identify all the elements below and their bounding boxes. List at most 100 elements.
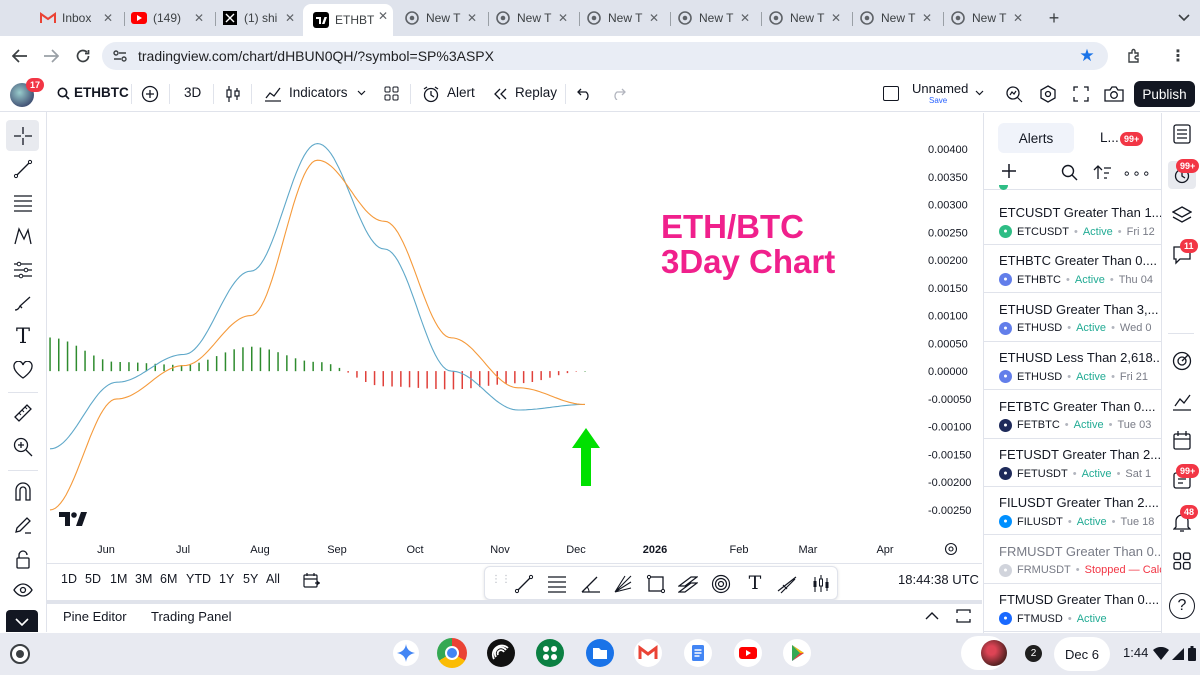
quick-search-icon[interactable] <box>1004 84 1024 104</box>
candles-icon[interactable] <box>224 84 242 104</box>
layers-icon[interactable] <box>1171 204 1193 226</box>
target-icon[interactable] <box>1171 350 1193 372</box>
close-tab-icon[interactable]: ✕ <box>646 10 662 26</box>
replay-icon[interactable] <box>492 86 508 102</box>
favorite-candles-icon[interactable] <box>811 574 831 594</box>
fib-lines-icon[interactable] <box>12 192 34 214</box>
pattern-xabcd-icon[interactable] <box>12 225 34 247</box>
bookmark-star-icon[interactable]: ★ <box>1078 46 1096 65</box>
green-up-arrow[interactable] <box>571 428 601 486</box>
alert-list-item[interactable]: ETHUSD Less Than 2,618... ● ETHUSD • Active •… <box>984 342 1162 391</box>
close-tab-icon[interactable]: ✕ <box>464 10 480 26</box>
tab-search-chevron-icon[interactable] <box>1176 10 1192 26</box>
apps-app-icon[interactable] <box>536 639 564 667</box>
date-display[interactable]: Dec 6 <box>1054 637 1110 671</box>
more-options-icon[interactable]: ∘∘∘ <box>1122 163 1150 183</box>
reload-icon[interactable] <box>73 46 93 66</box>
pine-editor-tab[interactable]: Pine Editor <box>63 609 127 624</box>
text-tool-icon[interactable]: T <box>12 324 34 348</box>
favorite-rectangle-icon[interactable] <box>646 574 666 594</box>
browser-tab[interactable]: New T ✕ <box>495 6 573 30</box>
lock-pencil-icon[interactable] <box>12 514 34 536</box>
brush-icon[interactable] <box>12 293 34 315</box>
back-icon[interactable] <box>10 46 30 66</box>
time-display[interactable]: 1:44 <box>1123 645 1148 660</box>
browser-tab[interactable]: New T ✕ <box>404 6 482 30</box>
chevron-up-icon[interactable] <box>924 608 940 624</box>
watchlist-icon[interactable] <box>1171 123 1193 145</box>
close-tab-icon[interactable]: ✕ <box>191 10 207 26</box>
alert-list-item[interactable]: ETCUSDT Greater Than 1... ● ETCUSDT • Active… <box>984 197 1162 245</box>
range-button-6m[interactable]: 6M <box>160 572 177 586</box>
layout-name[interactable]: Unnamed <box>912 81 968 96</box>
tab-log[interactable]: L... <box>1100 130 1119 145</box>
layout-checkbox-icon[interactable] <box>883 86 899 101</box>
chevron-down-icon[interactable] <box>14 616 30 628</box>
favorite-trendline-icon[interactable] <box>514 574 534 594</box>
tradingview-logo[interactable] <box>59 511 87 527</box>
forward-icon[interactable] <box>41 46 61 66</box>
symbol-search-button[interactable]: ETHBTC <box>74 85 129 100</box>
ruler-icon[interactable] <box>12 402 34 424</box>
chart-annotation-title[interactable]: ETH/BTC <box>661 208 804 246</box>
favorite-measure-icon[interactable] <box>777 574 799 594</box>
favorite-angle-icon[interactable] <box>581 574 601 594</box>
browser-tab[interactable]: (149) ✕ <box>131 6 209 30</box>
close-tab-icon[interactable]: ✕ <box>375 8 391 24</box>
alert-list-item[interactable]: FRMUSDT Greater Than 0... ● FRMUSDT • Stoppe… <box>984 536 1162 584</box>
browser-tab[interactable]: (1) shi ✕ <box>222 6 300 30</box>
trading-panel-tab[interactable]: Trading Panel <box>151 609 231 624</box>
podcast-app-icon[interactable] <box>487 639 515 667</box>
clock-time[interactable]: 18:44:38 UTC <box>898 572 979 587</box>
products-grid-icon[interactable] <box>1171 550 1193 572</box>
calendar-icon[interactable] <box>1171 429 1193 451</box>
fullscreen-icon[interactable] <box>1071 84 1091 104</box>
alert-button[interactable]: Alert <box>447 85 475 100</box>
close-tab-icon[interactable]: ✕ <box>737 10 753 26</box>
drag-handle-icon[interactable]: ⋮⋮ <box>491 575 511 591</box>
compare-plus-icon[interactable] <box>140 84 160 104</box>
browser-tab[interactable]: New T ✕ <box>859 6 937 30</box>
publish-button[interactable]: Publish <box>1134 81 1195 107</box>
address-bar[interactable]: tradingview.com/chart/dHBUN0QH/?symbol=S… <box>102 42 1108 70</box>
chart-canvas[interactable]: 0.00400 0.00350 0.00300 0.00250 0.00200 0.001… <box>47 113 982 563</box>
play-store-app-icon[interactable] <box>783 639 811 667</box>
site-settings-icon[interactable] <box>112 48 128 64</box>
indicators-button[interactable]: Indicators <box>289 85 348 100</box>
replay-button[interactable]: Replay <box>515 85 557 100</box>
alert-list-item[interactable]: FILUSDT Greater Than 2.... ● FILUSDT • Activ… <box>984 487 1162 536</box>
alert-list-item[interactable]: FETBTC Greater Than 0.... ● FETBTC • Active •… <box>984 391 1162 439</box>
browser-tab[interactable]: New T ✕ <box>586 6 664 30</box>
zoom-in-icon[interactable] <box>12 436 34 458</box>
settings-gear-icon[interactable] <box>1038 84 1058 104</box>
tab-alerts[interactable]: Alerts <box>998 123 1074 153</box>
layout-chevron-down-icon[interactable] <box>974 88 984 98</box>
favorite-fib-icon[interactable] <box>547 575 567 593</box>
redo-icon[interactable] <box>610 86 626 102</box>
projection-icon[interactable] <box>12 259 34 281</box>
range-button-1y[interactable]: 1Y <box>219 572 234 586</box>
scale-settings-icon[interactable] <box>943 541 959 557</box>
interval-button[interactable]: 3D <box>184 85 201 100</box>
help-icon[interactable]: ? <box>1169 593 1195 619</box>
alert-list-item[interactable]: ETHUSD Greater Than 3,... ● ETHUSD • Active •… <box>984 294 1162 342</box>
browser-tab[interactable]: New T ✕ <box>950 6 1028 30</box>
alert-list-item[interactable]: FTMUSD Greater Than 0.... ● FTMUSD • Active <box>984 584 1162 633</box>
alert-list-item[interactable]: FETUSDT Greater Than 2... ● FETUSDT • Active… <box>984 439 1162 487</box>
close-tab-icon[interactable]: ✕ <box>919 10 935 26</box>
indicators-icon[interactable] <box>263 84 283 104</box>
browser-tab[interactable]: New T ✕ <box>677 6 755 30</box>
add-alert-plus-icon[interactable] <box>999 161 1019 181</box>
browser-tab[interactable]: New T ✕ <box>768 6 846 30</box>
crosshair-icon[interactable] <box>12 125 34 147</box>
browser-tab[interactable]: ETHBT ✕ <box>303 4 393 36</box>
search-icon[interactable] <box>56 86 70 100</box>
docs-app-icon[interactable] <box>684 639 712 667</box>
trend-line-icon[interactable] <box>12 158 34 180</box>
extensions-icon[interactable] <box>1124 46 1144 66</box>
chart-annotation-subtitle[interactable]: 3Day Chart <box>661 243 835 281</box>
favorite-parallel-channel-icon[interactable] <box>678 574 698 594</box>
range-button-1m[interactable]: 1M <box>110 572 127 586</box>
close-tab-icon[interactable]: ✕ <box>1010 10 1026 26</box>
youtube-app-icon[interactable] <box>734 639 762 667</box>
